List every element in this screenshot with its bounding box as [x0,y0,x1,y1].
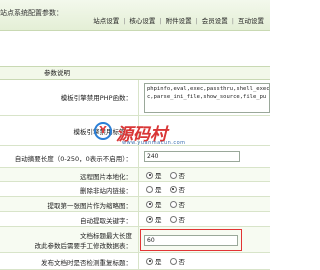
row-label: 模板引擎禁用PHP函数： [60,94,132,102]
radio-label-yes: 是 [155,186,162,194]
table-row: 提取第一张图片作为缩略图： 是 否 [0,197,270,212]
radio-label-no: 否 [178,172,186,180]
first-image-thumb-no-radio[interactable] [169,200,177,208]
auto-summary-length-input[interactable] [144,151,240,162]
watermark: Y 源码村 www.yuanmacun.com [94,120,194,150]
table-row: 模板引擎禁用PHP函数： phpinfo,eval,exec,passthru,… [0,80,270,116]
radio-label-no: 否 [178,258,186,266]
table-header: 参数说明 [0,66,270,80]
radio-label-yes: 是 [155,201,162,209]
radio-label-no: 否 [178,216,186,224]
column-divider [138,227,139,252]
table-row: 远程图片本地化： 是 否 [0,168,270,182]
row-label-line2: 改此参数后需要手工修改数据表： [34,242,133,250]
row-label: 自动摘要长度（0-250，0表示不启用）： [14,155,132,163]
auto-keywords-no-radio[interactable] [169,215,177,223]
radio-label-yes: 是 [155,258,162,266]
highlight-box [140,229,242,251]
radio-label-yes: 是 [155,216,162,224]
watermark-logo-icon: Y [94,122,112,140]
remote-image-local-no-radio[interactable] [169,171,177,179]
forbidden-functions-textarea[interactable]: phpinfo,eval,exec,passthru,shell_exec, c… [144,83,270,113]
column-divider [138,168,139,181]
title-bar: 站点系统配置参数： 站点设置 | 核心设置 | 附件设置 | 会员设置 | 互动… [0,0,270,31]
radio-label-yes: 是 [155,172,162,180]
tab-attachment-settings[interactable]: 附件设置 [162,14,196,28]
check-duplicate-title-options: 是 否 [146,255,193,267]
row-label: 自动提取关键字： [80,217,132,225]
tab-interaction-settings[interactable]: 互动设置 [234,14,268,28]
remote-image-local-options: 是 否 [146,169,193,181]
radio-label-no: 否 [178,186,186,194]
first-image-thumb-options: 是 否 [146,198,193,210]
check-duplicate-title-yes-radio[interactable] [146,257,153,265]
row-label-line1: 文档标题最大长度 [80,232,132,240]
remove-site-links-options: 是 否 [146,183,193,195]
column-divider [138,182,139,196]
remote-image-local-yes-radio[interactable] [146,171,153,179]
row-label: 发布文档时是否检测重复标题： [41,259,132,267]
check-duplicate-title-no-radio[interactable] [169,257,177,265]
remove-site-links-no-radio[interactable] [169,185,177,193]
column-header-parameter: 参数说明 [44,69,70,77]
auto-keywords-yes-radio[interactable] [146,215,153,223]
tab-site-settings[interactable]: 站点设置 [89,14,123,28]
column-divider [138,212,139,226]
watermark-url: www.yuanmacun.com [122,140,186,146]
remove-site-links-yes-radio[interactable] [146,185,153,193]
table-row: 删除非站内链接： 是 否 [0,182,270,197]
tab-member-settings[interactable]: 会员设置 [198,14,232,28]
column-divider [138,253,139,269]
row-label: 提取第一张图片作为缩略图： [47,202,133,210]
row-label: 远程图片本地化： [80,173,132,181]
settings-tabs: 站点设置 | 核心设置 | 附件设置 | 会员设置 | 互动设置 [89,14,268,28]
column-divider [138,80,139,115]
page-title: 站点系统配置参数： [0,9,63,17]
column-divider [138,197,139,211]
auto-keywords-options: 是 否 [146,213,193,225]
tab-core-settings[interactable]: 核心设置 [125,14,159,28]
table-row: 发布文档时是否检测重复标题： 是 否 [0,253,270,270]
table-row: 自动提取关键字： 是 否 [0,212,270,227]
first-image-thumb-yes-radio[interactable] [146,200,153,208]
radio-label-no: 否 [178,201,186,209]
row-label: 删除非站内链接： [80,187,132,195]
